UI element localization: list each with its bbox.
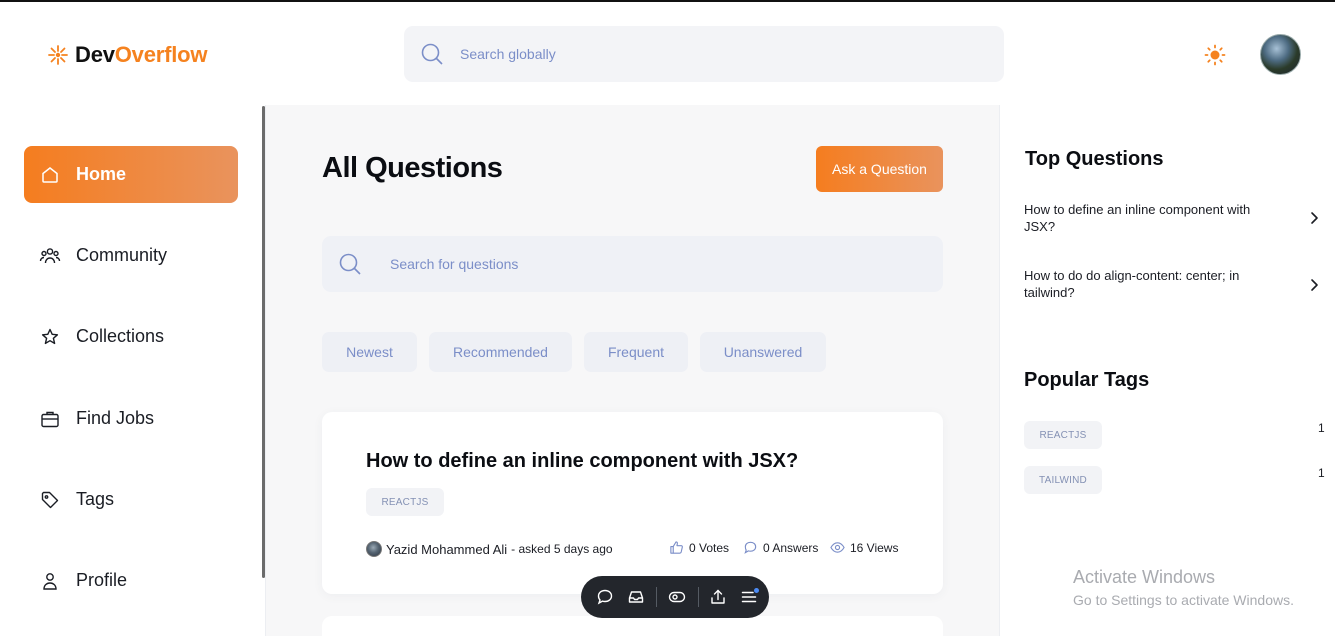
votes-count: 0 Votes [689, 540, 730, 555]
top-question-item[interactable]: How to define an inline component with J… [1024, 201, 1284, 235]
menu-button[interactable] [738, 585, 761, 609]
watermark-line-2: Go to Settings to activate Windows. [1073, 592, 1294, 608]
thumbs-up-icon [670, 541, 683, 554]
sun-icon [1204, 44, 1226, 66]
sidebar-item-label: Profile [76, 570, 128, 590]
sidebar-item-label: Home [76, 164, 127, 184]
question-search-input[interactable] [390, 256, 890, 272]
toolbar-divider [656, 587, 658, 607]
comment-icon [744, 541, 757, 554]
search-icon [339, 253, 361, 275]
filter-unanswered[interactable]: Unanswered [700, 332, 826, 372]
question-tag[interactable]: REACTJS [366, 488, 444, 516]
logo-text-dev: Dev [75, 42, 115, 67]
windows-activation-watermark: Activate Windows Go to Settings to activ… [1073, 567, 1294, 608]
author-avatar[interactable] [366, 541, 382, 557]
briefcase-icon [39, 408, 61, 430]
navbar: DevOverflow [0, 2, 1335, 105]
eye-icon [830, 542, 845, 553]
author-name[interactable]: Yazid Mohammed Ali [386, 542, 507, 557]
search-icon [421, 43, 443, 65]
sidebar-item-home[interactable]: Home [24, 146, 238, 203]
logo-text: DevOverflow [75, 42, 208, 68]
sidebar-item-label: Collections [76, 326, 165, 346]
views-count: 16 Views [850, 540, 899, 555]
top-questions-title: Top Questions [1025, 148, 1164, 170]
popular-tag-count: 1 [1318, 421, 1325, 435]
home-icon [39, 164, 61, 186]
question-title[interactable]: How to define an inline component with J… [366, 450, 798, 473]
filter-newest[interactable]: Newest [322, 332, 417, 372]
answers-count: 0 Answers [763, 540, 819, 555]
logo-text-overflow: Overflow [114, 42, 208, 67]
popular-tag[interactable]: TAILWIND [1024, 466, 1102, 494]
question-card-next [322, 616, 943, 636]
comment-icon [597, 589, 612, 605]
star-icon [39, 326, 61, 348]
question-search-bar[interactable] [322, 236, 943, 292]
theme-toggle-button[interactable] [1203, 43, 1227, 67]
inbox-icon [628, 591, 644, 603]
answers-metric: 0 Answers [743, 540, 818, 555]
floating-toolbar [581, 576, 769, 618]
sidebar-item-label: Community [76, 245, 168, 265]
sidebar-item-community[interactable]: Community [24, 227, 238, 284]
sidebar-item-tags[interactable]: Tags [24, 471, 238, 528]
share-button[interactable] [707, 585, 730, 609]
logo[interactable]: DevOverflow [47, 42, 208, 68]
watermark-line-1: Activate Windows [1073, 567, 1216, 587]
chevron-right-icon[interactable] [1308, 278, 1320, 292]
chevron-right-icon[interactable] [1308, 211, 1320, 225]
comment-button[interactable] [593, 585, 616, 609]
inbox-button[interactable] [624, 585, 647, 609]
sidebar-item-label: Find Jobs [76, 408, 155, 428]
page-title: All Questions [322, 152, 503, 184]
popular-tag-count: 1 [1318, 466, 1325, 480]
sidebar-scrollbar[interactable] [262, 106, 265, 578]
logo-sunburst-icon [48, 45, 68, 65]
votes-metric: 0 Votes [669, 540, 729, 555]
filter-recommended[interactable]: Recommended [429, 332, 572, 372]
user-icon [39, 570, 61, 592]
popular-tag[interactable]: REACTJS [1024, 421, 1102, 449]
asked-time: - asked 5 days ago [511, 542, 613, 556]
question-card: How to define an inline component with J… [322, 412, 943, 594]
toolbar-divider [697, 587, 699, 607]
question-author: Yazid Mohammed Ali - asked 5 days ago [366, 541, 613, 557]
popular-tags-title: Popular Tags [1024, 369, 1150, 391]
sidebar-item-collections[interactable]: Collections [24, 308, 238, 365]
share-icon [711, 589, 725, 604]
users-icon [39, 245, 61, 267]
notification-dot [754, 588, 760, 593]
filter-frequent[interactable]: Frequent [584, 332, 688, 372]
top-question-item[interactable]: How to do do align-content: center; in t… [1024, 267, 1284, 301]
eye-toggle-icon [668, 591, 686, 603]
views-metric: 16 Views [830, 540, 898, 555]
user-avatar[interactable] [1260, 34, 1301, 75]
tag-icon [39, 489, 61, 511]
sidebar-item-find-jobs[interactable]: Find Jobs [24, 390, 238, 447]
eye-toggle-button[interactable] [665, 585, 688, 609]
sidebar-item-profile[interactable]: Profile [24, 552, 238, 609]
global-search-bar[interactable] [404, 26, 1004, 82]
sidebar-item-label: Tags [76, 489, 115, 509]
ask-question-button[interactable]: Ask a Question [816, 146, 943, 192]
global-search-input[interactable] [460, 46, 940, 62]
